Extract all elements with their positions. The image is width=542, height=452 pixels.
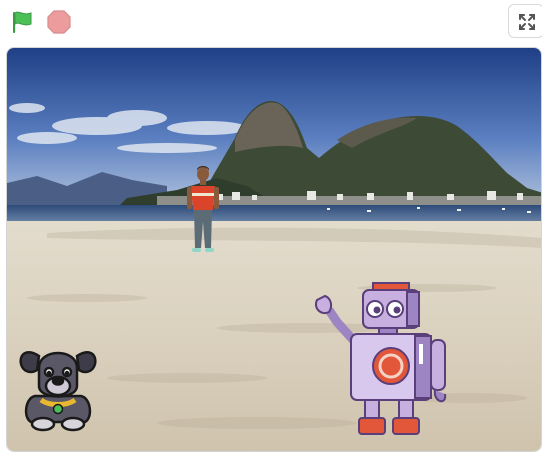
stop-button[interactable] [46,9,72,35]
stage-controls-bar [0,0,542,44]
person-sprite[interactable] [185,166,221,258]
robot-sprite[interactable] [307,280,449,440]
stop-sign-icon [47,10,71,34]
fullscreen-button[interactable] [508,4,542,38]
dog-sprite[interactable] [17,338,99,436]
green-flag-icon [13,11,32,33]
stage[interactable] [6,47,542,452]
fullscreen-icon [519,14,535,30]
green-flag-button[interactable] [9,9,35,35]
